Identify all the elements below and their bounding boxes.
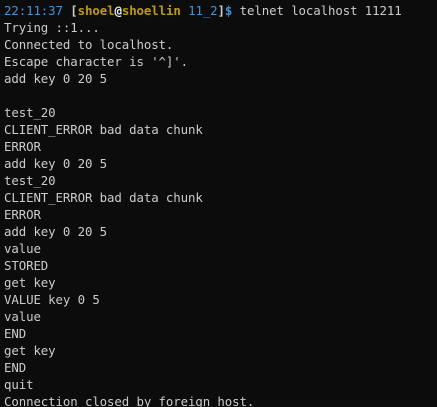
output-line: STORED: [4, 258, 49, 273]
output-line: add key 0 20 5: [4, 71, 108, 86]
output-line: test_20: [4, 105, 56, 120]
prompt-command: telnet localhost 11211: [239, 3, 402, 18]
output-line: VALUE key 0 5: [4, 292, 100, 307]
prompt-at: @: [114, 3, 122, 18]
output-line: value: [4, 241, 41, 256]
output-line: CLIENT_ERROR bad data chunk: [4, 190, 203, 205]
output-line: CLIENT_ERROR bad data chunk: [4, 122, 203, 137]
output-line: ERROR: [4, 207, 41, 222]
output-line: add key 0 20 5: [4, 224, 108, 239]
output-line: Connected to localhost.: [4, 37, 174, 52]
output-line: quit: [4, 377, 34, 392]
output-line: END: [4, 326, 27, 341]
prompt-open-bracket: [: [70, 3, 78, 18]
prompt-time: 22:11:37: [4, 3, 63, 18]
prompt-close-bracket: ]: [217, 3, 225, 18]
output-line: Connection closed by foreign host.: [4, 394, 255, 407]
prompt-user: shoel: [77, 3, 115, 18]
prompt-cwd: 11_2: [188, 3, 218, 18]
terminal-window[interactable]: 22:11:37 [shoel@shoellin 11_2]$ telnet l…: [0, 0, 437, 407]
output-line: Trying ::1...: [4, 20, 100, 35]
prompt-line: 22:11:37 [shoel@shoellin 11_2]$ telnet l…: [4, 2, 437, 19]
output-line: get key: [4, 275, 56, 290]
prompt-host: shoellin: [121, 3, 181, 18]
output-line: get key: [4, 343, 56, 358]
output-line: Escape character is '^]'.: [4, 54, 188, 69]
output-line: test_20: [4, 173, 56, 188]
prompt-dollar: $: [224, 3, 233, 18]
output-line: add key 0 20 5: [4, 156, 108, 171]
output-line: value: [4, 309, 41, 324]
terminal-output: Trying ::1... Connected to localhost. Es…: [4, 19, 437, 407]
output-line: ERROR: [4, 139, 41, 154]
output-line: END: [4, 360, 27, 375]
